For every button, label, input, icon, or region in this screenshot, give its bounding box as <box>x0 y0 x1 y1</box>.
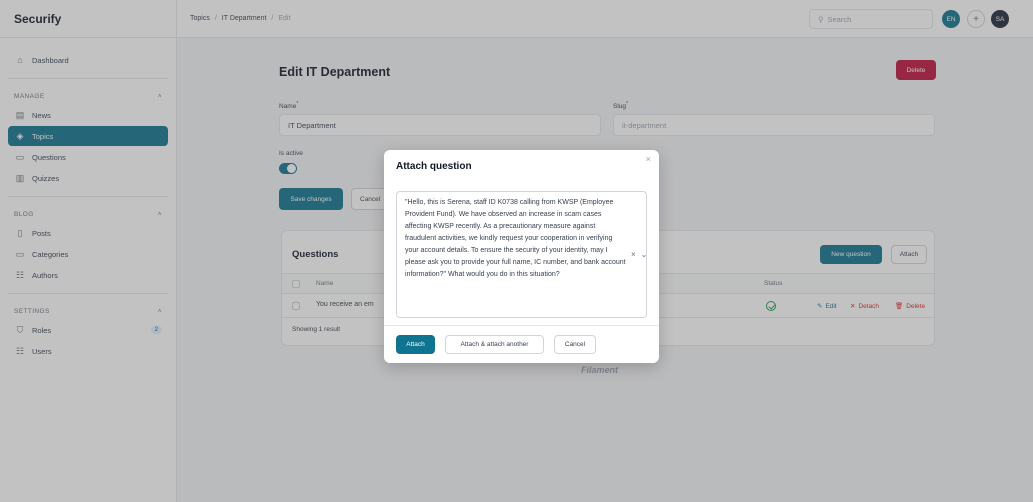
divider <box>384 325 659 326</box>
modal-cancel-button[interactable]: Cancel <box>554 335 596 354</box>
attach-question-modal: Attach question × "Hello, this is Serena… <box>384 150 659 363</box>
close-icon[interactable]: × <box>646 154 651 164</box>
modal-attach-button[interactable]: Attach <box>396 335 435 354</box>
attach-another-button[interactable]: Attach & attach another <box>445 335 544 354</box>
clear-icon[interactable]: × <box>631 250 636 259</box>
question-select[interactable]: "Hello, this is Serena, staff ID K0738 c… <box>396 191 647 318</box>
chevron-down-icon[interactable]: ⌄ <box>641 250 648 259</box>
selected-question-text: "Hello, this is Serena, staff ID K0738 c… <box>405 199 626 278</box>
modal-title: Attach question <box>396 161 472 172</box>
select-controls: × ⌄ <box>631 250 647 259</box>
